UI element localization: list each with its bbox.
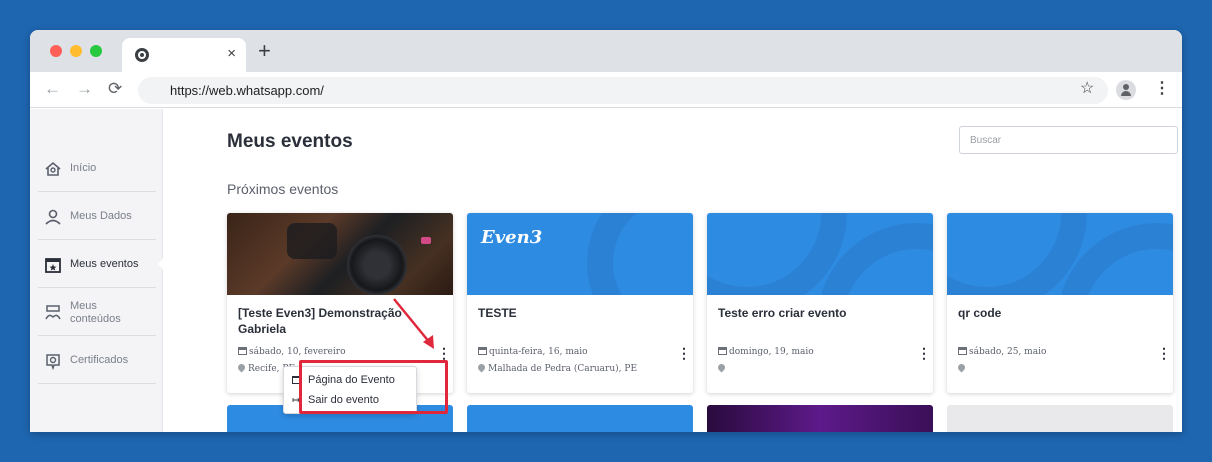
event-date: sábado, 25, maio — [958, 347, 1046, 357]
sidebar-item-inicio[interactable]: Início — [38, 144, 156, 192]
sidebar-item-label: Meus conteúdos — [70, 300, 121, 325]
profile-icon[interactable] — [1116, 80, 1136, 100]
highlight-box — [299, 360, 448, 414]
calendar-icon — [718, 347, 727, 355]
location-pin-icon — [476, 362, 487, 373]
books-icon — [45, 305, 61, 320]
event-image — [707, 213, 933, 295]
even3-logo: Even3 — [481, 227, 543, 248]
event-image — [227, 213, 453, 295]
kebab-menu-icon[interactable]: ⋮ — [1154, 80, 1170, 98]
sidebar-item-meus-conteudos[interactable]: Meus conteúdos — [38, 288, 156, 336]
browser-window: × + ← → ⟳ https://web.whatsapp.com/ ☆ ⋮ … — [30, 30, 1182, 432]
user-icon — [45, 209, 61, 225]
browser-tab[interactable]: × — [122, 38, 246, 72]
photo-detail — [347, 235, 407, 295]
sidebar: Início Meus Dados Meus eventos Meus cont… — [30, 109, 164, 432]
decor-arc — [587, 213, 693, 295]
event-date: quinta-feira, 16, maio — [478, 347, 588, 357]
calendar-icon — [478, 347, 487, 355]
search-placeholder: Buscar — [970, 135, 1002, 146]
event-date: sábado, 10, fevereiro — [238, 347, 345, 357]
close-window-button[interactable] — [50, 45, 62, 57]
event-date-text: sábado, 10, fevereiro — [249, 347, 346, 357]
location-pin-icon — [716, 362, 727, 373]
event-date-text: domingo, 19, maio — [729, 347, 814, 357]
annotation-arrow — [393, 298, 434, 349]
sidebar-item-label: Certificados — [70, 354, 129, 366]
event-card[interactable]: Teste erro criar evento domingo, 19, mai… — [707, 213, 933, 393]
event-card[interactable] — [707, 405, 933, 432]
calendar-icon — [45, 258, 61, 273]
tab-bar: × + — [30, 30, 1182, 72]
event-title[interactable]: qr code — [958, 305, 1158, 321]
event-location-text: Malhada de Pedra (Caruaru), PE — [488, 364, 638, 374]
event-menu-icon[interactable]: ⋮ — [917, 346, 931, 360]
event-title[interactable]: TESTE — [478, 305, 678, 321]
sidebar-item-label: Início — [70, 162, 97, 174]
back-icon[interactable]: ← — [44, 79, 61, 99]
forward-icon[interactable]: → — [76, 79, 93, 99]
sidebar-item-meus-eventos[interactable]: Meus eventos — [38, 240, 164, 288]
star-icon[interactable]: ☆ — [1080, 80, 1094, 98]
event-date-text: quinta-feira, 16, maio — [489, 347, 588, 357]
address-bar[interactable]: https://web.whatsapp.com/ — [138, 77, 1108, 104]
event-menu-icon[interactable]: ⋮ — [677, 346, 691, 360]
event-card[interactable]: qr code sábado, 25, maio ⋮ — [947, 213, 1173, 393]
event-menu-icon[interactable]: ⋮ — [1157, 346, 1171, 360]
calendar-icon — [958, 347, 967, 355]
page-title: Meus eventos — [227, 131, 353, 152]
location-pin-icon — [956, 362, 967, 373]
event-card[interactable] — [947, 405, 1173, 432]
sidebar-item-label: Meus Dados — [70, 210, 132, 222]
event-date: domingo, 19, maio — [718, 347, 814, 357]
event-image: Even3 — [467, 213, 693, 295]
chrome-icon — [135, 48, 149, 62]
minimize-window-button[interactable] — [70, 45, 82, 57]
search-input[interactable]: Buscar — [959, 126, 1178, 154]
web-page: Início Meus Dados Meus eventos Meus cont… — [30, 109, 1182, 432]
photo-detail — [287, 223, 337, 259]
certificate-icon — [46, 354, 60, 370]
tab-close-button[interactable]: × — [227, 46, 236, 62]
photo-detail — [421, 237, 431, 244]
new-tab-button[interactable]: + — [258, 40, 271, 62]
maximize-window-button[interactable] — [90, 45, 102, 57]
event-location: Malhada de Pedra (Caruaru), PE — [476, 362, 638, 374]
event-card[interactable] — [467, 405, 693, 432]
url-text[interactable]: https://web.whatsapp.com/ — [170, 83, 324, 98]
home-icon — [45, 161, 61, 176]
event-title[interactable]: Teste erro criar evento — [718, 305, 918, 321]
sidebar-item-certificados[interactable]: Certificados — [38, 336, 156, 384]
event-card[interactable]: Even3 TESTE quinta-feira, 16, maio Malha… — [467, 213, 693, 393]
event-location — [956, 362, 968, 374]
reload-icon[interactable]: ⟳ — [108, 79, 122, 99]
event-image — [947, 213, 1173, 295]
sidebar-item-label: Meus eventos — [70, 258, 139, 270]
event-location — [716, 362, 728, 374]
calendar-icon — [238, 347, 247, 355]
sidebar-item-meus-dados[interactable]: Meus Dados — [38, 192, 156, 240]
event-date-text: sábado, 25, maio — [969, 347, 1047, 357]
section-title: Próximos eventos — [227, 181, 339, 197]
location-pin-icon — [236, 362, 247, 373]
browser-toolbar: ← → ⟳ https://web.whatsapp.com/ ☆ ⋮ — [30, 72, 1182, 108]
